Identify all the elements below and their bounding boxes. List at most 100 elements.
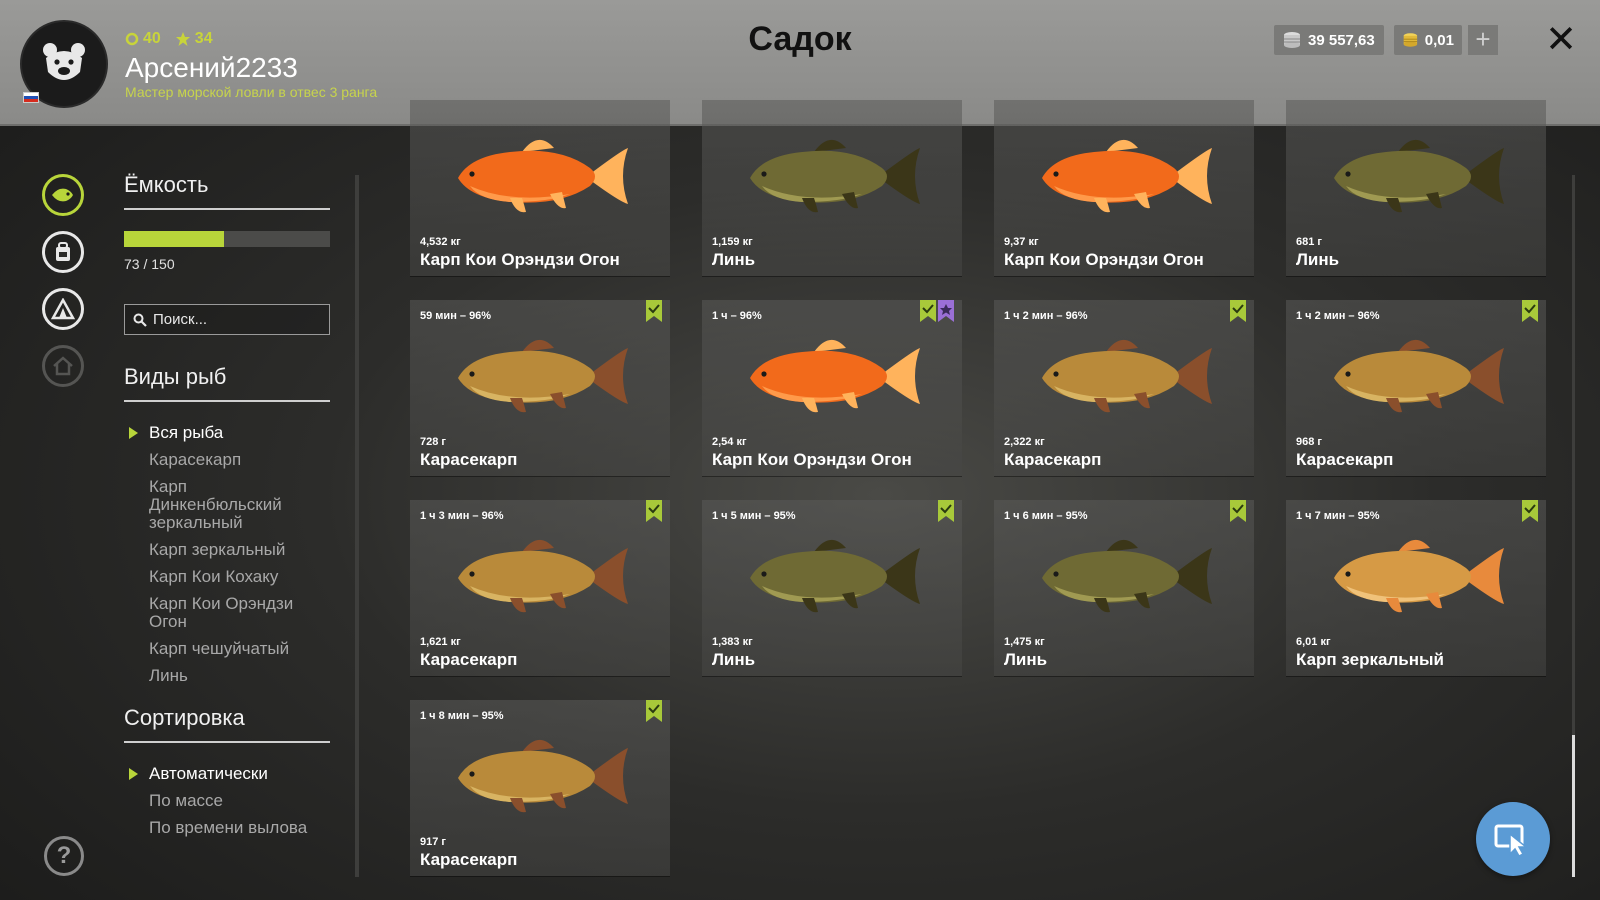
fish-card[interactable]: 1 ч – 96% 2,54 кг Карп Кои Орэндзи Огон — [702, 300, 962, 476]
fish-name: Линь — [712, 650, 756, 669]
koi-fish-image — [458, 139, 628, 213]
fish-icon — [52, 188, 73, 202]
fish-card[interactable]: 59 мин – 96% 728 г Карасекарп — [410, 300, 670, 476]
level-value: 40 — [143, 30, 161, 47]
fish-name: Линь — [712, 250, 756, 269]
cursor-mode-button[interactable] — [1476, 802, 1550, 876]
gold-balance: 0,01 — [1394, 25, 1462, 55]
add-gold-button[interactable]: + — [1468, 25, 1498, 55]
fish-catch-time: 1 ч 8 мин – 95% — [420, 710, 504, 722]
fish-card[interactable]: 1 ч 8 мин – 95% 917 г Карасекарп — [410, 700, 670, 876]
fish-weight: 9,37 кг — [1004, 236, 1039, 248]
silver-value: 39 557,63 — [1308, 31, 1375, 49]
fish-card[interactable]: 4,532 кг Карп Кои Орэндзи Огон — [410, 100, 670, 276]
fish-card[interactable]: 681 г Линь — [1286, 100, 1546, 276]
fish-catch-time: 1 ч 2 мин – 96% — [1004, 310, 1088, 322]
fish-name: Карп Кои Орэндзи Огон — [712, 450, 912, 469]
species-section: Виды рыб — [124, 364, 330, 402]
fish-name: Линь — [1296, 250, 1340, 269]
fish-weight: 6,01 кг — [1296, 636, 1331, 648]
bookmark-icon[interactable] — [1230, 300, 1246, 322]
help-icon[interactable]: ? — [44, 836, 84, 876]
bookmark-icon[interactable] — [1522, 500, 1538, 522]
crucian-fish-image — [458, 339, 628, 413]
capacity-section: Ёмкость — [124, 172, 330, 210]
level-icon — [125, 32, 139, 46]
species-filter-item[interactable]: Карасекарп — [124, 451, 314, 469]
crucian-fish-image — [1334, 339, 1504, 413]
tench-fish-image — [1334, 139, 1504, 213]
bookmark-icon[interactable] — [646, 700, 662, 722]
sort-list: Автоматически По массе По времени вылова — [124, 765, 307, 846]
bookmark-icon[interactable] — [646, 500, 662, 522]
koi-fish-image — [750, 339, 920, 413]
species-filter-item[interactable]: Карп чешуйчатый — [124, 640, 314, 658]
fish-card[interactable]: 1 ч 3 мин – 96% 1,621 кг Карасекарп — [410, 500, 670, 676]
fish-name: Карп зеркальный — [1296, 650, 1444, 669]
favorite-bookmark-icon[interactable] — [938, 300, 954, 322]
search-icon — [133, 313, 147, 327]
bookmark-icon[interactable] — [920, 300, 936, 322]
species-filter-item[interactable]: Вся рыба — [124, 424, 314, 442]
mirror-fish-image — [1334, 539, 1504, 613]
fish-weight: 2,322 кг — [1004, 436, 1045, 448]
tench-fish-image — [750, 539, 920, 613]
fish-card[interactable]: 1,159 кг Линь — [702, 100, 962, 276]
sort-option-item[interactable]: По времени вылова — [124, 819, 307, 837]
fish-name: Линь — [1004, 650, 1048, 669]
fish-catch-time: 1 ч 7 мин – 95% — [1296, 510, 1380, 522]
gold-value: 0,01 — [1424, 31, 1454, 49]
fish-card[interactable]: 9,37 кг Карп Кои Орэндзи Огон — [994, 100, 1254, 276]
home-nav-icon[interactable] — [42, 345, 84, 387]
fish-catch-time: 1 ч 5 мин – 95% — [712, 510, 796, 522]
silver-coins-icon — [1284, 32, 1300, 48]
camp-nav-icon[interactable] — [42, 288, 84, 330]
fish-card[interactable]: 1 ч 5 мин – 95% 1,383 кг Линь — [702, 500, 962, 676]
fish-card[interactable]: 1 ч 7 мин – 95% 6,01 кг Карп зеркальный — [1286, 500, 1546, 676]
bear-icon — [43, 43, 85, 80]
star-icon — [175, 32, 190, 46]
fish-name: Карасекарп — [420, 650, 518, 669]
fish-weight: 2,54 кг — [712, 436, 747, 448]
species-list: Вся рыба Карасекарп Карп Динкенбюльский зе… — [124, 424, 314, 694]
crucian-fish-image — [458, 539, 628, 613]
sort-option-item[interactable]: Автоматически — [124, 765, 307, 783]
cursor-icon — [1494, 824, 1529, 856]
fish-weight: 1,159 кг — [712, 236, 753, 248]
fish-card[interactable]: 1 ч 6 мин – 95% 1,475 кг Линь — [994, 500, 1254, 676]
scrollbar-thumb[interactable] — [1572, 735, 1575, 877]
bookmark-icon[interactable] — [1522, 300, 1538, 322]
bookmark-icon[interactable] — [1230, 500, 1246, 522]
gold-coins-icon — [1403, 33, 1418, 47]
fish-name: Карасекарп — [1296, 450, 1394, 469]
sort-section: Сортировка — [124, 705, 330, 743]
fish-card[interactable]: 1 ч 2 мин – 96% 2,322 кг Карасекарп — [994, 300, 1254, 476]
close-button[interactable]: ✕ — [1544, 20, 1578, 60]
fish-name: Карасекарп — [1004, 450, 1102, 469]
house-icon — [53, 356, 73, 376]
search-input[interactable]: Поиск... — [124, 304, 330, 335]
fish-catch-time: 59 мин – 96% — [420, 310, 492, 322]
search-placeholder: Поиск... — [153, 311, 208, 328]
fish-weight: 681 г — [1296, 236, 1322, 248]
species-filter-item[interactable]: Карп зеркальный — [124, 541, 314, 559]
species-filter-item[interactable]: Карп Кои Орэндзи Огон — [124, 595, 314, 631]
backpack-icon — [56, 242, 70, 261]
fish-name: Карасекарп — [420, 850, 518, 869]
fish-weight: 968 г — [1296, 436, 1322, 448]
bookmark-icon[interactable] — [646, 300, 662, 322]
fish-card[interactable]: 1 ч 2 мин – 96% 968 г Карасекарп — [1286, 300, 1546, 476]
backpack-nav-icon[interactable] — [42, 231, 84, 273]
tench-fish-image — [750, 139, 920, 213]
fish-name: Карп Кои Орэндзи Огон — [420, 250, 620, 269]
bookmark-icon[interactable] — [938, 500, 954, 522]
species-filter-item[interactable]: Карп Кои Кохаку — [124, 568, 314, 586]
username: Арсений2233 — [125, 52, 298, 83]
fish-catch-time: 1 ч 3 мин – 96% — [420, 510, 504, 522]
fish-weight: 4,532 кг — [420, 236, 461, 248]
species-filter-item[interactable]: Линь — [124, 667, 314, 685]
country-flag — [23, 92, 39, 103]
sort-option-item[interactable]: По массе — [124, 792, 307, 810]
species-filter-item[interactable]: Карп Динкенбюльский зеркальный — [124, 478, 314, 532]
keepnet-nav-icon[interactable] — [42, 174, 84, 216]
